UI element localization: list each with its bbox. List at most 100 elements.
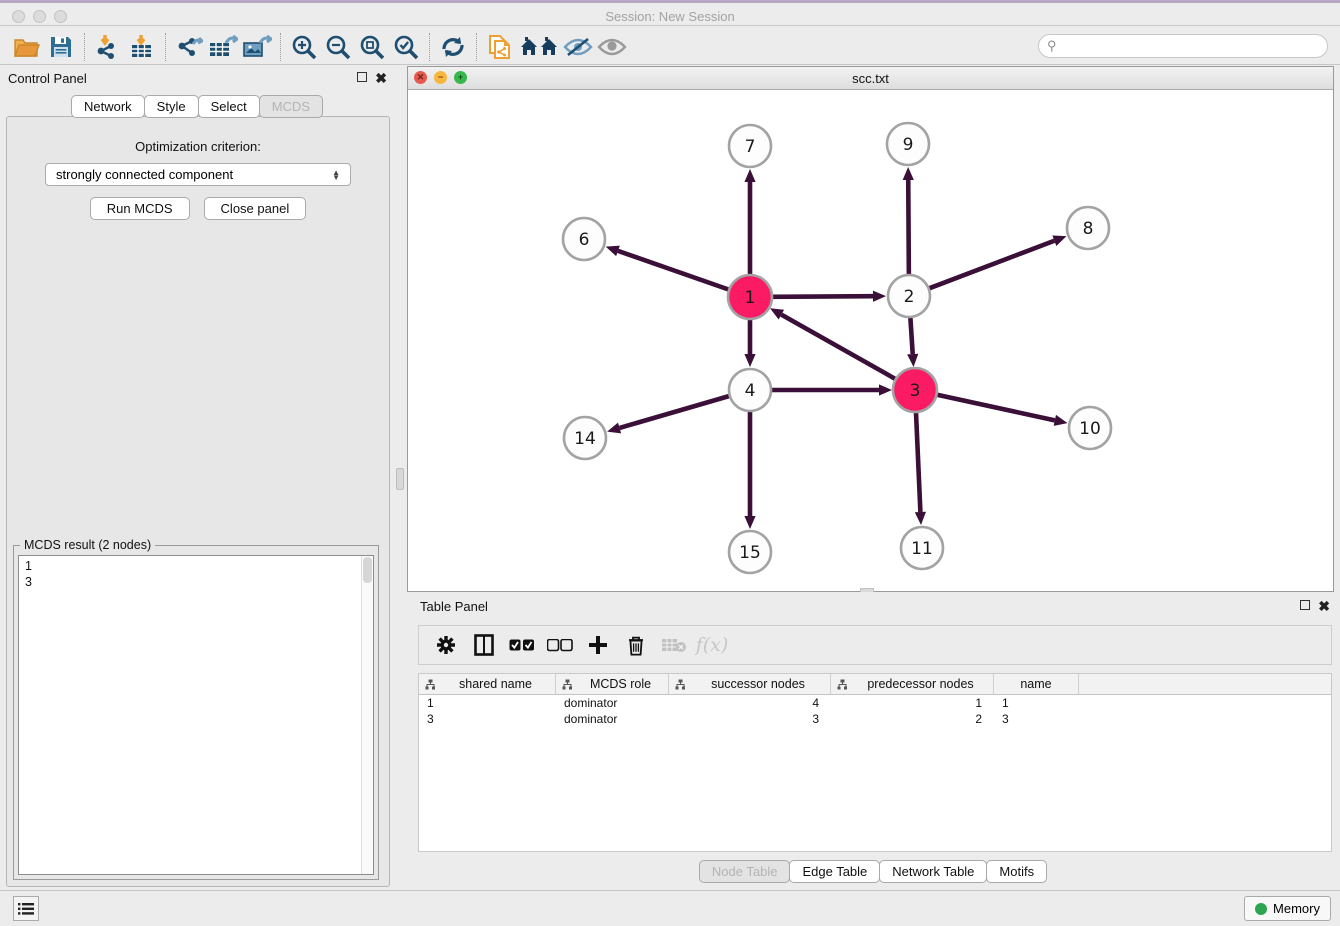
export-table-icon[interactable]: [206, 32, 240, 62]
delete-column-icon[interactable]: [619, 629, 653, 661]
clone-network-icon[interactable]: [483, 32, 517, 62]
deselect-all-icon[interactable]: [543, 629, 577, 661]
cell-name: 3: [994, 711, 1079, 727]
add-column-icon[interactable]: [581, 629, 615, 661]
graph-node-11[interactable]: 11: [901, 527, 943, 569]
status-bar: Memory: [0, 890, 1340, 926]
application-window: Session: New Session: [0, 0, 1340, 926]
zoom-out-icon[interactable]: [321, 32, 355, 62]
zoom-selected-icon[interactable]: [389, 32, 423, 62]
edge-2-9[interactable]: [908, 180, 909, 274]
cell-MCDS-role: dominator: [556, 711, 669, 727]
close-table-panel-icon[interactable]: ✖: [1318, 600, 1330, 612]
edge-3-10[interactable]: [936, 395, 1054, 421]
fit-content-icon[interactable]: [355, 32, 389, 62]
edge-arrowhead: [744, 169, 755, 182]
tab-network-table[interactable]: Network Table: [879, 860, 987, 883]
edge-4-14[interactable]: [620, 396, 729, 428]
tab-motifs[interactable]: Motifs: [986, 860, 1047, 883]
select-all-icon[interactable]: [505, 629, 539, 661]
table-toolbar: f(x): [418, 625, 1332, 665]
tab-style[interactable]: Style: [144, 95, 199, 118]
table-panel-header: Table Panel ✖: [407, 592, 1340, 620]
table-row[interactable]: 3dominator323: [419, 711, 1331, 727]
graph-node-7[interactable]: 7: [729, 125, 771, 167]
show-column-icon[interactable]: [467, 629, 501, 661]
column-header-successor-nodes[interactable]: successor nodes: [669, 674, 831, 694]
node-label: 7: [745, 137, 756, 157]
tab-edge-table[interactable]: Edge Table: [789, 860, 880, 883]
tab-network[interactable]: Network: [71, 95, 145, 118]
optimization-criterion-select[interactable]: strongly connected component ▲▼: [45, 163, 351, 186]
close-panel-icon[interactable]: ✖: [375, 72, 387, 84]
open-session-icon[interactable]: [10, 32, 44, 62]
table-tabs: Node TableEdge TableNetwork TableMotifs: [407, 860, 1340, 883]
graph-node-15[interactable]: 15: [729, 531, 771, 573]
export-image-icon[interactable]: [240, 32, 274, 62]
node-table[interactable]: shared nameMCDS rolesuccessor nodesprede…: [418, 673, 1332, 852]
network-window-titlebar[interactable]: ✕ − + scc.txt: [408, 67, 1333, 90]
tab-select[interactable]: Select: [198, 95, 260, 118]
graph-node-9[interactable]: 9: [887, 123, 929, 165]
network-graph[interactable]: 7 9 6 8 1 2 4 3 14 10 15 11: [408, 90, 1333, 591]
tab-node-table[interactable]: Node Table: [699, 860, 791, 883]
graph-node-14[interactable]: 14: [564, 417, 606, 459]
node-label: 8: [1083, 219, 1094, 239]
run-mcds-button[interactable]: Run MCDS: [90, 197, 190, 220]
vertical-splitter-handle[interactable]: [396, 468, 404, 490]
import-table-icon[interactable]: [125, 32, 159, 62]
table-settings-icon[interactable]: [429, 629, 463, 661]
close-panel-button[interactable]: Close panel: [204, 197, 307, 220]
edge-2-3[interactable]: [910, 318, 912, 354]
column-header-MCDS-role[interactable]: MCDS role: [556, 674, 669, 694]
tab-mcds[interactable]: MCDS: [259, 95, 323, 118]
search-input[interactable]: [1057, 39, 1327, 53]
edge-arrowhead: [1054, 415, 1068, 426]
edge-arrowhead: [1052, 236, 1066, 246]
edge-2-8[interactable]: [930, 241, 1055, 288]
zoom-in-icon[interactable]: [287, 32, 321, 62]
delete-table-icon: [657, 629, 691, 661]
refresh-icon[interactable]: [436, 32, 470, 62]
selected-option: strongly connected component: [56, 167, 233, 182]
graph-node-10[interactable]: 10: [1069, 407, 1111, 449]
graph-node-3[interactable]: 3: [893, 368, 937, 412]
network-view-window: ✕ − + scc.txt 7 9 6 8 1 2 4 3 14 10 15 11: [407, 66, 1334, 592]
float-panel-icon[interactable]: [357, 72, 367, 84]
graph-node-6[interactable]: 6: [563, 218, 605, 260]
graph-node-4[interactable]: 4: [729, 369, 771, 411]
save-session-icon[interactable]: [44, 32, 78, 62]
network-canvas[interactable]: 7 9 6 8 1 2 4 3 14 10 15 11: [408, 90, 1333, 591]
graph-node-8[interactable]: 8: [1067, 207, 1109, 249]
first-neighbors-icon[interactable]: [517, 32, 561, 62]
column-header-shared-name[interactable]: shared name: [419, 674, 556, 694]
window-title: Session: New Session: [0, 9, 1340, 24]
float-table-panel-icon[interactable]: [1300, 600, 1310, 612]
search-box[interactable]: ⚲: [1038, 34, 1328, 58]
eye-icon[interactable]: [595, 32, 629, 62]
column-header-predecessor-nodes[interactable]: predecessor nodes: [831, 674, 994, 694]
cell-shared-name: 3: [419, 711, 556, 727]
edge-3-11[interactable]: [916, 412, 920, 512]
graph-node-1[interactable]: 1: [728, 275, 772, 319]
show-hide-icon[interactable]: [561, 32, 595, 62]
node-label: 3: [910, 381, 921, 401]
column-header-name[interactable]: name: [994, 674, 1079, 694]
graph-node-2[interactable]: 2: [888, 275, 930, 317]
chevron-up-down-icon: ▲▼: [332, 170, 340, 180]
table-row[interactable]: 1dominator411: [419, 695, 1331, 711]
task-history-button[interactable]: [13, 896, 39, 921]
result-scrollbar[interactable]: [361, 556, 373, 874]
import-network-icon[interactable]: [91, 32, 125, 62]
edge-1-6[interactable]: [618, 251, 729, 290]
table-panel: Table Panel ✖: [407, 592, 1340, 890]
node-label: 1: [745, 288, 756, 308]
control-panel: Control Panel ✖ NetworkStyleSelectMCDS O…: [0, 65, 395, 890]
node-label: 9: [903, 135, 914, 155]
edge-arrowhead: [873, 291, 886, 302]
export-network-icon[interactable]: [172, 32, 206, 62]
memory-button[interactable]: Memory: [1244, 896, 1331, 921]
edge-3-1[interactable]: [781, 315, 895, 380]
edge-1-2[interactable]: [772, 296, 873, 297]
mcds-result-box[interactable]: 1 3: [18, 555, 374, 875]
